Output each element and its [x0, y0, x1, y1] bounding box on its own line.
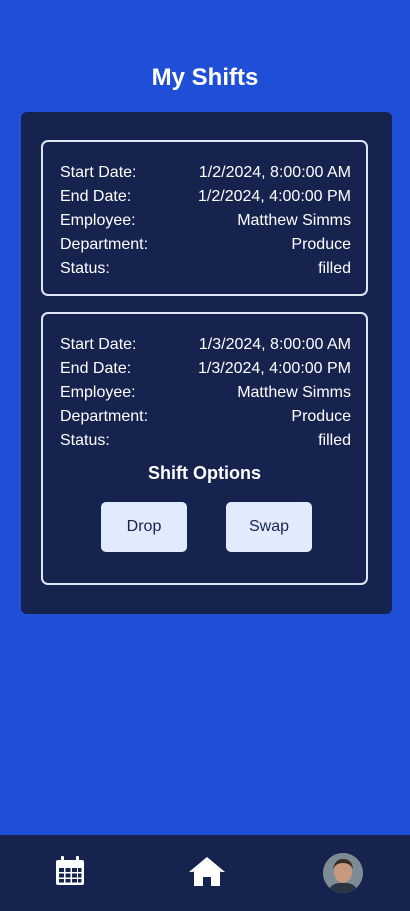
end-date-label: End Date:: [60, 188, 132, 205]
start-date-row: Start Date: 1/2/2024, 8:00:00 AM: [60, 161, 351, 185]
shift-options-title: Shift Options: [148, 463, 261, 483]
status-label: Status:: [60, 432, 110, 449]
department-label: Department:: [60, 408, 149, 425]
employee-label: Employee:: [60, 384, 136, 401]
department-row: Department: Produce: [60, 233, 351, 257]
end-date-value: 1/3/2024, 4:00:00 PM: [198, 360, 351, 377]
shifts-panel: Start Date: 1/2/2024, 8:00:00 AM End Dat…: [21, 112, 392, 614]
swap-button[interactable]: Swap: [226, 502, 312, 552]
end-date-value: 1/2/2024, 4:00:00 PM: [198, 188, 351, 205]
end-date-row: End Date: 1/3/2024, 4:00:00 PM: [60, 357, 351, 381]
employee-label: Employee:: [60, 212, 136, 229]
start-date-label: Start Date:: [60, 336, 137, 353]
status-row: Status: filled: [60, 257, 351, 281]
home-icon: [188, 855, 226, 892]
status-value: filled: [318, 432, 351, 449]
nav-calendar[interactable]: [50, 835, 90, 911]
employee-value: Matthew Simms: [237, 384, 351, 401]
bottom-nav: [0, 835, 410, 911]
status-label: Status:: [60, 260, 110, 277]
avatar: [323, 853, 363, 893]
status-row: Status: filled: [60, 429, 351, 453]
employee-row: Employee: Matthew Simms: [60, 209, 351, 233]
end-date-row: End Date: 1/2/2024, 4:00:00 PM: [60, 185, 351, 209]
nav-home[interactable]: [186, 835, 228, 911]
start-date-label: Start Date:: [60, 164, 137, 181]
start-date-row: Start Date: 1/3/2024, 8:00:00 AM: [60, 333, 351, 357]
start-date-value: 1/2/2024, 8:00:00 AM: [198, 164, 351, 181]
drop-button[interactable]: Drop: [101, 502, 187, 552]
status-value: filled: [318, 260, 351, 277]
employee-value: Matthew Simms: [237, 212, 351, 229]
department-value: Produce: [291, 236, 351, 253]
page-title: My Shifts: [151, 64, 259, 91]
department-value: Produce: [291, 408, 351, 425]
end-date-label: End Date:: [60, 360, 132, 377]
shift-card-selected: Start Date: 1/3/2024, 8:00:00 AM End Dat…: [41, 312, 368, 585]
shift-details: Start Date: 1/2/2024, 8:00:00 AM End Dat…: [60, 161, 351, 281]
calendar-icon: [55, 855, 85, 891]
start-date-value: 1/3/2024, 8:00:00 AM: [198, 336, 351, 353]
employee-row: Employee: Matthew Simms: [60, 381, 351, 405]
shift-card: Start Date: 1/2/2024, 8:00:00 AM End Dat…: [41, 140, 368, 296]
shift-details: Start Date: 1/3/2024, 8:00:00 AM End Dat…: [60, 333, 351, 453]
nav-profile[interactable]: [323, 835, 363, 911]
department-label: Department:: [60, 236, 149, 253]
department-row: Department: Produce: [60, 405, 351, 429]
